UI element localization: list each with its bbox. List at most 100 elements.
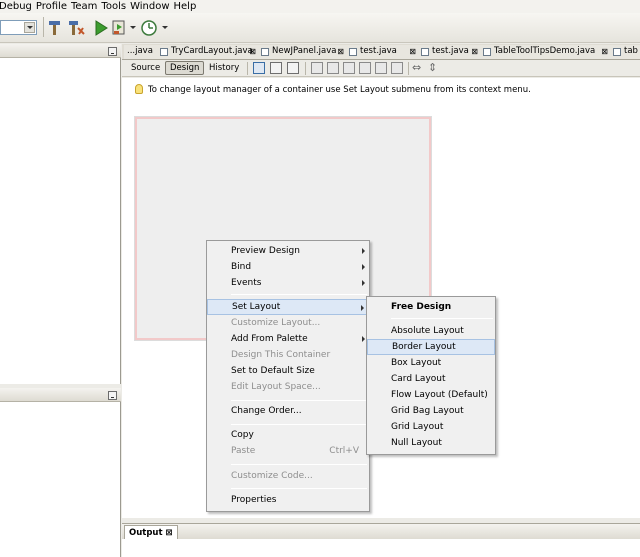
menu-item-properties[interactable]: Properties	[207, 492, 369, 508]
chevron-down-icon[interactable]	[24, 22, 35, 33]
submenu-item-null-layout[interactable]: Null Layout	[367, 435, 495, 451]
menu-item-customize-layout[interactable]: Customize Layout...	[207, 315, 369, 331]
chevron-right-icon	[362, 336, 365, 342]
projects-panel	[0, 58, 121, 384]
layout-submenu: Free Design Absolute Layout Border Layou…	[366, 296, 496, 455]
menu-item-events[interactable]: Events	[207, 275, 369, 291]
submenu-item-box-layout[interactable]: Box Layout	[367, 355, 495, 371]
profile-icon[interactable]	[140, 19, 158, 37]
close-icon[interactable]: ⊠	[471, 45, 478, 58]
chevron-down-icon[interactable]	[162, 26, 168, 29]
menu-item-change-order[interactable]: Change Order...	[207, 403, 369, 419]
close-icon[interactable]: ⊠	[601, 45, 608, 58]
menu-profile[interactable]: Profile	[36, 1, 71, 12]
submenu-item-grid-bag-layout[interactable]: Grid Bag Layout	[367, 403, 495, 419]
configuration-combo[interactable]	[0, 20, 37, 35]
editor-tab[interactable]: TryCardLayout.java ⊠	[158, 45, 259, 59]
toolbar	[0, 13, 640, 43]
history-button[interactable]: History	[204, 61, 244, 75]
toolbar-separator	[305, 62, 306, 75]
source-button[interactable]: Source	[126, 61, 165, 75]
submenu-item-absolute-layout[interactable]: Absolute Layout	[367, 323, 495, 339]
menu-separator	[231, 464, 367, 465]
java-file-icon	[613, 48, 621, 56]
close-icon[interactable]: ⊠	[249, 45, 256, 58]
debug-icon[interactable]	[111, 19, 129, 37]
menu-separator	[391, 318, 493, 319]
menu-separator	[231, 488, 367, 489]
preview-design-icon[interactable]	[287, 62, 299, 74]
align-center-icon[interactable]	[327, 62, 339, 74]
menu-item-edit-layout-space[interactable]: Edit Layout Space...	[207, 379, 369, 395]
projects-panel-header	[0, 44, 121, 58]
output-panel-header: Output ⊠	[122, 523, 640, 540]
design-button[interactable]: Design	[165, 61, 205, 75]
minimize-icon[interactable]	[108, 391, 117, 400]
menu-debug[interactable]: Debug	[0, 1, 36, 12]
submenu-item-free-design[interactable]: Free Design	[367, 299, 495, 315]
editor-tab-bar: ...java TryCardLayout.java ⊠ NewJPanel.ja…	[122, 44, 640, 60]
clean-build-icon[interactable]	[67, 19, 85, 37]
close-icon[interactable]: ⊠	[337, 45, 344, 58]
menu-item-paste[interactable]: Paste Ctrl+V	[207, 443, 369, 459]
menu-item-customize-code[interactable]: Customize Code...	[207, 468, 369, 484]
editor-tab[interactable]: test.java ⊠	[347, 45, 419, 59]
java-file-icon	[421, 48, 429, 56]
navigator-panel	[0, 402, 121, 557]
editor-view-bar: Source Design History ⇔ ⇕	[122, 60, 640, 77]
output-panel	[122, 539, 640, 557]
menu-item-design-this-container[interactable]: Design This Container	[207, 347, 369, 363]
submenu-item-grid-layout[interactable]: Grid Layout	[367, 419, 495, 435]
editor-tab[interactable]: TableToolTipsDemo.java ⊠	[481, 45, 611, 59]
java-file-icon	[261, 48, 269, 56]
align-top-icon[interactable]	[359, 62, 371, 74]
menu-item-add-from-palette[interactable]: Add From Palette	[207, 331, 369, 347]
menu-window[interactable]: Window	[130, 1, 173, 12]
close-icon[interactable]: ⊠	[409, 45, 416, 58]
submenu-item-card-layout[interactable]: Card Layout	[367, 371, 495, 387]
vertical-resize-icon[interactable]: ⇕	[428, 61, 437, 74]
submenu-item-flow-layout[interactable]: Flow Layout (Default)	[367, 387, 495, 403]
menu-item-bind[interactable]: Bind	[207, 259, 369, 275]
connection-mode-icon[interactable]	[270, 62, 282, 74]
minimize-icon[interactable]	[108, 47, 117, 56]
align-right-icon[interactable]	[343, 62, 355, 74]
align-middle-icon[interactable]	[375, 62, 387, 74]
editor-tab[interactable]: test.java ⊠	[419, 45, 481, 59]
align-bottom-icon[interactable]	[391, 62, 403, 74]
java-file-icon	[349, 48, 357, 56]
editor-tab[interactable]: ...java	[124, 45, 158, 59]
toolbar-separator	[408, 62, 409, 75]
close-icon[interactable]: ⊠	[166, 528, 173, 538]
context-menu: Preview Design Bind Events Set Layout Cu…	[206, 240, 370, 512]
hint-text: To change layout manager of a container …	[148, 85, 531, 95]
chevron-down-icon[interactable]	[130, 26, 136, 29]
run-icon[interactable]	[92, 19, 110, 37]
layout-hint: To change layout manager of a container …	[122, 78, 640, 102]
java-file-icon	[483, 48, 491, 56]
editor-tab[interactable]: NewJPanel.java ⊠	[259, 45, 347, 59]
output-tab[interactable]: Output ⊠	[124, 525, 178, 540]
menu-separator	[231, 294, 367, 295]
menu-item-set-layout[interactable]: Set Layout	[207, 299, 369, 315]
hammer-icon[interactable]	[46, 19, 64, 37]
java-file-icon	[160, 48, 168, 56]
menu-item-preview-design[interactable]: Preview Design	[207, 243, 369, 259]
chevron-right-icon	[361, 305, 364, 311]
menu-item-set-default-size[interactable]: Set to Default Size	[207, 363, 369, 379]
menu-separator	[231, 424, 367, 425]
menu-bar: Debug Profile Team Tools Window Help	[0, 0, 640, 13]
chevron-right-icon	[362, 264, 365, 270]
horizontal-resize-icon[interactable]: ⇔	[412, 61, 421, 74]
menu-help[interactable]: Help	[174, 1, 201, 12]
align-left-icon[interactable]	[311, 62, 323, 74]
menu-tools[interactable]: Tools	[101, 1, 130, 12]
menu-item-copy[interactable]: Copy	[207, 427, 369, 443]
selection-mode-icon[interactable]	[253, 62, 265, 74]
menu-team[interactable]: Team	[71, 1, 101, 12]
editor-tab[interactable]: tab	[611, 45, 640, 59]
submenu-item-border-layout[interactable]: Border Layout	[367, 339, 495, 355]
navigator-panel-header	[0, 388, 121, 402]
chevron-right-icon	[362, 280, 365, 286]
toolbar-separator	[247, 62, 248, 75]
